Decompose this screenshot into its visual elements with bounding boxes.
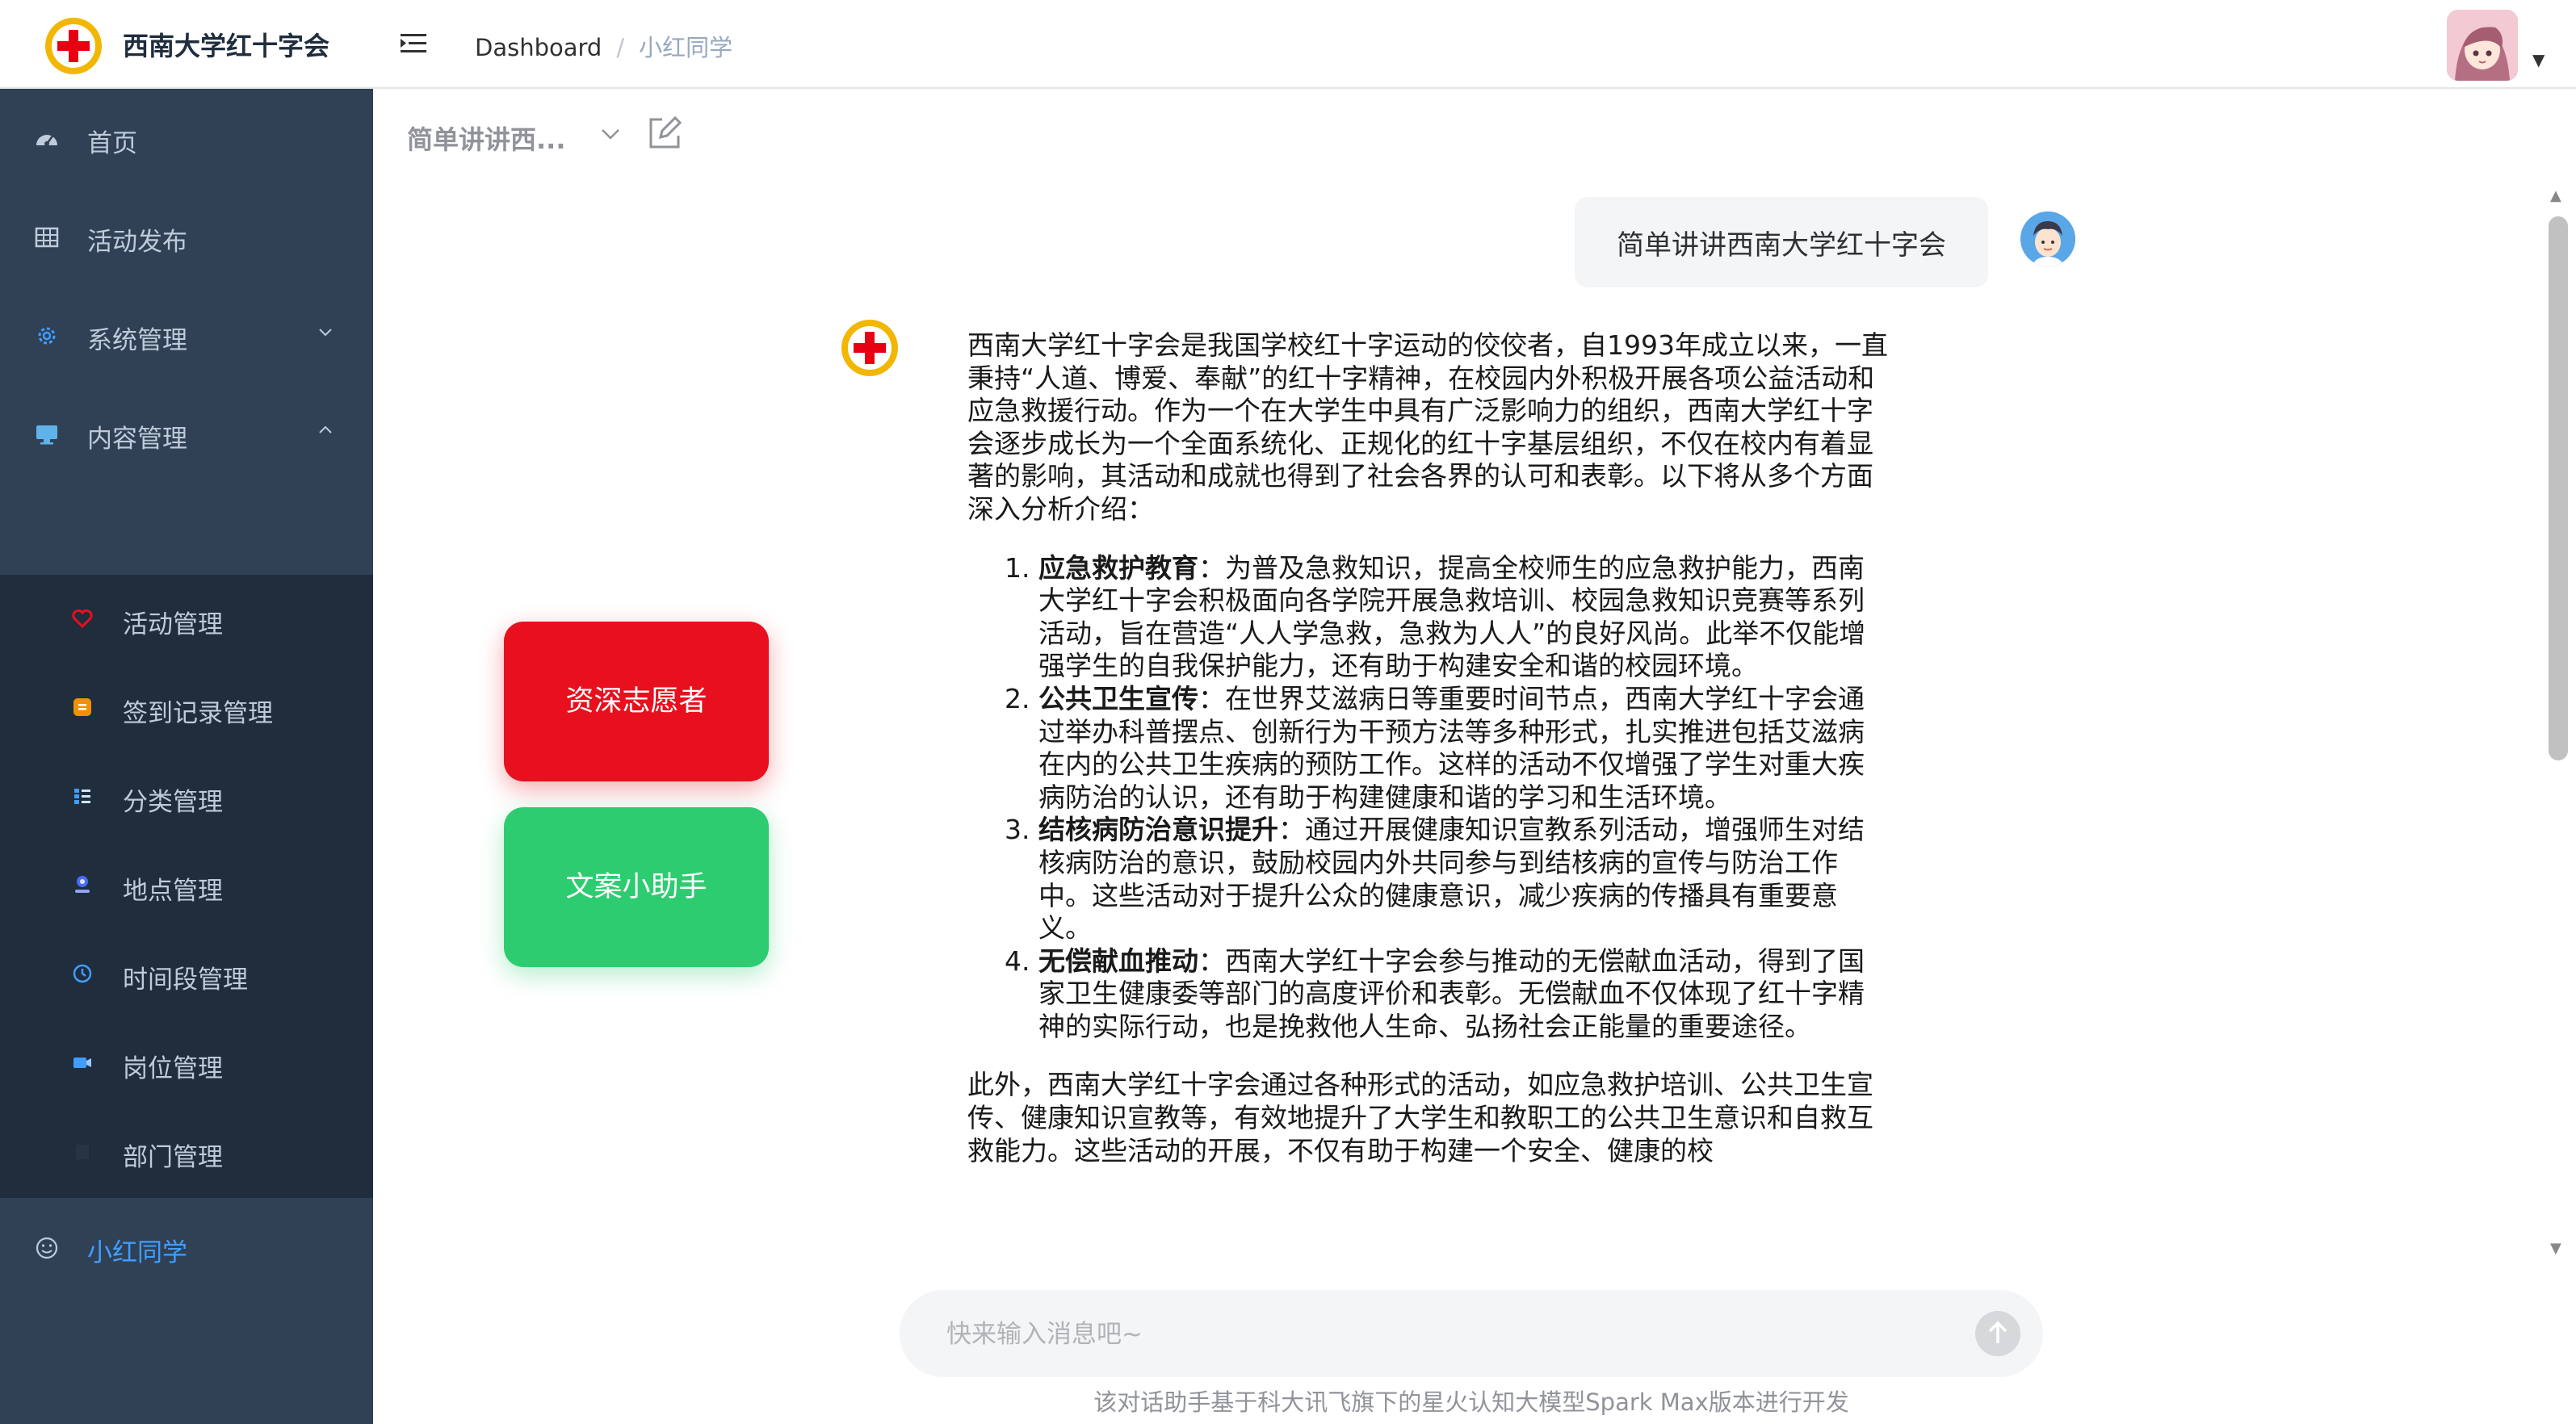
user-message-avatar [2020,212,2075,266]
sidebar-subitem-label: 时间段管理 [123,965,248,995]
chevron-down-icon[interactable] [598,121,623,147]
sidebar-item-activity-publish[interactable]: 活动发布 [0,187,373,286]
point-title: 公共卫生宣传 [1038,682,1198,714]
top-header: 西南大学红十字会 Dashboard / 小红同学 ▼ [0,0,2576,89]
list-item: 应急救护教育：为普及急救知识，提高全校师生的应急救护能力，西南大学红十字会积极面… [1038,552,1888,683]
point-title: 应急救护教育 [1038,551,1198,584]
sidebar-subitem-label: 签到记录管理 [123,699,273,728]
sidebar: 首页 活动发布 系统管理 内容管理 活动管理 签到记录管理 分类管理 地点管理 … [0,89,373,1424]
send-button[interactable] [1975,1311,2020,1356]
copywriting-assistant-button[interactable]: 文案小助手 [504,807,769,967]
sidebar-item-label: 系统管理 [87,326,187,355]
breadcrumb-dashboard-link[interactable]: Dashboard [475,34,602,61]
avatar-dropdown-caret-icon[interactable]: ▼ [2532,50,2545,69]
chevron-up-icon [319,425,332,433]
sidebar-subitem-label: 活动管理 [123,610,223,639]
breadcrumb-separator: / [616,34,625,61]
list-item: 公共卫生宣传：在世界艾滋病日等重要时间节点，西南大学红十字会通过举办科普摆点、创… [1038,683,1888,814]
scrollbar-thumb[interactable] [2549,216,2568,760]
bot-message: 西南大学红十字会是我国学校红十字运动的佼佼者，自1993年成立以来，一直秉持“人… [967,329,1888,1271]
app-title: 西南大学红十字会 [123,31,330,61]
sidebar-item-system-management[interactable]: 系统管理 [0,286,373,384]
heart-icon [72,609,93,629]
chevron-down-icon [319,329,332,337]
sidebar-subitem-label: 分类管理 [123,788,223,817]
list-item: 无偿献血推动：西南大学红十字会参与推动的无偿献血活动，得到了国家卫生健康委等部门… [1038,945,1888,1044]
point-title: 结核病防治意识提升 [1038,814,1278,846]
sidebar-subitem-label: 地点管理 [123,877,223,906]
message-input-box [900,1290,2043,1377]
scroll-down-arrow-icon[interactable]: ▼ [2550,1240,2561,1257]
user-face-icon [2020,212,2075,266]
sidebar-item-department-management[interactable]: 部门管理 [0,1108,373,1196]
user-avatar[interactable] [2447,10,2518,81]
clipboard-icon [73,698,91,716]
monitor-icon [36,425,57,445]
sidebar-item-timeslot-management[interactable]: 时间段管理 [0,930,373,1019]
conversation-title: 简单讲讲西... [407,124,566,155]
sidebar-item-content-management[interactable]: 内容管理 [0,384,373,483]
bot-intro-paragraph: 西南大学红十字会是我国学校红十字运动的佼佼者，自1993年成立以来，一直秉持“人… [967,329,1888,525]
sidebar-item-position-management[interactable]: 岗位管理 [0,1019,373,1108]
sidebar-item-category-management[interactable]: 分类管理 [0,752,373,841]
breadcrumb-current: 小红同学 [639,34,733,61]
scroll-up-arrow-icon[interactable]: ▲ [2550,187,2561,204]
bot-points-list: 应急救护教育：为普及急救知识，提高全校师生的应急救护能力，西南大学红十字会积极面… [967,552,1888,1044]
point-title: 无偿献血推动 [1038,944,1198,977]
senior-volunteer-button[interactable]: 资深志愿者 [504,622,769,781]
sidebar-item-location-management[interactable]: 地点管理 [0,841,373,930]
list-item: 结核病防治意识提升：通过开展健康知识宣教系列活动，增强师生对结核病防治的意识，鼓… [1038,814,1888,944]
table-icon [35,227,59,248]
anime-avatar-icon [2447,10,2518,81]
bot-outro-paragraph: 此外，西南大学红十字会通过各种形式的活动，如应急救护培训、公共卫生宣传、健康知识… [967,1069,1873,1166]
sidebar-item-label: 活动发布 [87,228,187,257]
clock-icon [73,964,92,983]
person-icon [75,876,90,893]
dashboard-icon [36,135,57,146]
content-management-submenu: 活动管理 签到记录管理 分类管理 地点管理 时间段管理 岗位管理 部门管理 [0,575,373,1198]
list-icon [74,789,90,804]
message-input[interactable] [945,1313,1917,1356]
sidebar-item-label: 小红同学 [87,1238,187,1267]
arrow-up-icon [1988,1321,2008,1343]
user-message-bubble: 简单讲讲西南大学红十字会 [1575,197,1988,287]
sidebar-item-activity-management[interactable]: 活动管理 [0,575,373,664]
sidebar-item-home[interactable]: 首页 [0,89,373,187]
camera-icon [73,1058,91,1068]
gear-icon [38,327,56,345]
footer-note: 该对话助手基于科大讯飞旗下的星火认知大模型Spark Max版本进行开发 [1093,1388,1849,1416]
red-cross-bot-avatar-icon [841,320,898,376]
edit-icon[interactable] [646,115,683,152]
smile-icon [36,1237,58,1259]
sidebar-item-label: 首页 [87,129,137,158]
sidebar-subitem-label: 岗位管理 [123,1054,223,1083]
sidebar-item-checkin-records[interactable]: 签到记录管理 [0,664,373,752]
building-icon [76,1145,89,1159]
sidebar-subitem-label: 部门管理 [123,1143,223,1172]
breadcrumb: Dashboard / 小红同学 [475,29,732,63]
sidebar-item-xiaohong[interactable]: 小红同学 [0,1198,373,1296]
menu-toggle-icon[interactable] [397,27,430,60]
sidebar-item-label: 内容管理 [87,425,187,454]
red-cross-logo-icon[interactable] [44,16,103,76]
